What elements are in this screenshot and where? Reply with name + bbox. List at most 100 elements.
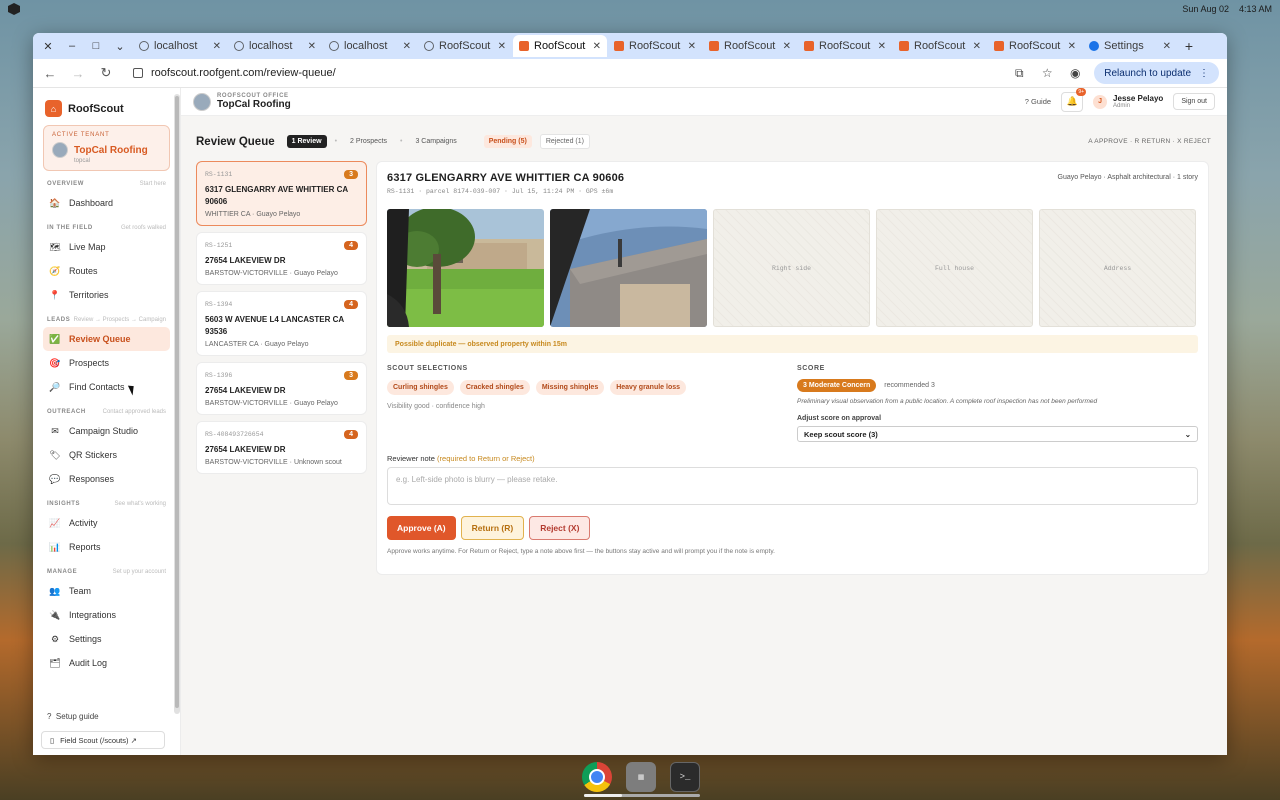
queue-item[interactable]: RS-1394 4 5603 W AVENUE L4 LANCASTER CA …: [196, 291, 367, 356]
close-tab-icon[interactable]: ✕: [403, 41, 411, 52]
tenant-slug: topcal: [74, 158, 91, 164]
sidebar-item-routes[interactable]: 🧭 Routes: [43, 259, 170, 283]
sidebar-item-dashboard[interactable]: 🏠 Dashboard: [43, 191, 170, 215]
sidebar-item-live-map[interactable]: 🗺 Live Map: [43, 235, 170, 259]
browser-tab[interactable]: RoofScout ✕: [513, 35, 607, 57]
sidebar-item-find-contacts[interactable]: 🔎 Find Contacts: [43, 375, 170, 399]
sidebar-item-campaign-studio[interactable]: ✉ Campaign Studio: [43, 419, 170, 443]
scout-selection-chip: Missing shingles: [535, 380, 605, 395]
tab-title: RoofScout: [914, 40, 966, 52]
sidebar-section-header: OUTREACH Contact approved leads: [47, 409, 166, 415]
browser-tab[interactable]: RoofScout ✕: [703, 35, 797, 57]
photo-placeholder-address[interactable]: Address: [1039, 209, 1196, 327]
close-window-icon[interactable]: ✕: [37, 36, 59, 56]
sidebar-item-qr-stickers[interactable]: 🏷 QR Stickers: [43, 443, 170, 467]
photo-placeholder-full-house[interactable]: Full house: [876, 209, 1033, 327]
notification-count: 9+: [1076, 87, 1087, 96]
guide-label: Guide: [1031, 97, 1052, 106]
bookmark-star-icon[interactable]: ☆: [1038, 66, 1056, 80]
close-tab-icon[interactable]: ✕: [1163, 41, 1171, 52]
sign-out-button[interactable]: Sign out: [1173, 93, 1215, 110]
close-tab-icon[interactable]: ✕: [498, 41, 506, 52]
relaunch-button[interactable]: Relaunch to update ⋮: [1094, 62, 1219, 84]
profile-icon[interactable]: ◉: [1066, 66, 1084, 80]
photo-front[interactable]: [387, 209, 544, 327]
field-scout-link[interactable]: ▯ Field Scout (/scouts) ↗: [41, 731, 165, 749]
files-app-icon[interactable]: ▦: [626, 762, 656, 792]
photo-placeholder-right-side[interactable]: Right side: [713, 209, 870, 327]
chrome-icon[interactable]: [582, 762, 612, 792]
sidebar-item-label: Campaign Studio: [69, 426, 139, 436]
guide-link[interactable]: ? Guide: [1025, 97, 1051, 106]
browser-tab[interactable]: Settings ✕: [1083, 35, 1177, 57]
sidebar-item-activity[interactable]: 📈 Activity: [43, 511, 170, 535]
back-icon[interactable]: ←: [41, 66, 59, 81]
browser-tab[interactable]: localhost ✕: [228, 35, 322, 57]
close-tab-icon[interactable]: ✕: [1068, 41, 1076, 52]
queue-item[interactable]: RS-408493726654 4 27654 LAKEVIEW DR BARS…: [196, 421, 367, 474]
section-hint: Get roofs walked: [120, 225, 166, 231]
sidebar-item-team[interactable]: 👥 Team: [43, 579, 170, 603]
maximize-icon[interactable]: □: [85, 36, 107, 56]
queue-item[interactable]: RS-1131 3 6317 GLENGARRY AVE WHITTIER CA…: [196, 161, 367, 226]
step-campaigns-tab[interactable]: 3 Campaigns: [410, 135, 461, 148]
sidebar-item-review-queue[interactable]: ✅ Review Queue: [43, 327, 170, 351]
sidebar-item-integrations[interactable]: 🔌 Integrations: [43, 603, 170, 627]
tenant-card[interactable]: ACTIVE TENANT TopCal Roofing topcal: [43, 125, 170, 171]
queue-item[interactable]: RS-1396 3 27654 LAKEVIEW DR BARSTOW-VICT…: [196, 362, 367, 415]
site-info-icon[interactable]: [133, 68, 143, 78]
office-switcher[interactable]: ROOFSCOUT OFFICE TopCal Roofing: [193, 92, 291, 111]
adjust-score-select[interactable]: Keep scout score (3) ⌄: [797, 426, 1198, 442]
notifications-button[interactable]: 🔔 9+: [1061, 87, 1087, 112]
sidebar-item-territories[interactable]: 📍 Territories: [43, 283, 170, 307]
tab-search-icon[interactable]: ⌄: [109, 36, 131, 56]
sidebar-item-responses[interactable]: 💬 Responses: [43, 467, 170, 491]
browser-tab[interactable]: RoofScout ✕: [798, 35, 892, 57]
queue-item[interactable]: RS-1251 4 27654 LAKEVIEW DR BARSTOW-VICT…: [196, 232, 367, 285]
browser-tab[interactable]: RoofScout ✕: [418, 35, 512, 57]
close-tab-icon[interactable]: ✕: [878, 41, 886, 52]
close-tab-icon[interactable]: ✕: [783, 41, 791, 52]
sidebar-item-reports[interactable]: 📊 Reports: [43, 535, 170, 559]
os-logo-icon[interactable]: [8, 3, 20, 15]
sidebar-item-settings[interactable]: ⚙ Settings: [43, 627, 170, 651]
rejected-filter-tab[interactable]: Rejected (1): [539, 134, 590, 149]
install-app-icon[interactable]: ⧉: [1010, 66, 1028, 81]
step-prospects-tab[interactable]: 2 Prospects: [345, 135, 392, 148]
browser-tab[interactable]: localhost ✕: [323, 35, 417, 57]
forward-icon[interactable]: →: [69, 66, 87, 81]
nav-item-icon: 🏠: [49, 197, 61, 208]
setup-guide-link[interactable]: ? Setup guide: [47, 712, 99, 721]
brand[interactable]: ⌂ RoofScout: [45, 100, 170, 117]
reviewer-note-input[interactable]: e.g. Left-side photo is blurry — please …: [387, 467, 1198, 505]
close-tab-icon[interactable]: ✕: [213, 41, 221, 52]
queue-item-address: 6317 GLENGARRY AVE WHITTIER CA 90606: [205, 185, 348, 206]
new-tab-button[interactable]: +: [1179, 38, 1199, 54]
sidebar-item-prospects[interactable]: 🎯 Prospects: [43, 351, 170, 375]
terminal-icon[interactable]: >_: [670, 762, 700, 792]
pending-filter-tab[interactable]: Pending (5): [483, 135, 532, 148]
browser-tab[interactable]: RoofScout ✕: [608, 35, 702, 57]
sidebar-item-label: Prospects: [69, 358, 110, 368]
os-clock[interactable]: Sun Aug 02 4:13 AM: [1182, 4, 1272, 14]
reject-button[interactable]: Reject (X): [529, 516, 591, 540]
sidebar-scrollbar[interactable]: [174, 94, 180, 714]
return-button[interactable]: Return (R): [460, 516, 525, 540]
reload-icon[interactable]: ↻: [97, 65, 115, 81]
user-menu[interactable]: J Jesse Pelayo Admin: [1093, 94, 1163, 109]
approve-button[interactable]: Approve (A): [387, 516, 456, 540]
dock-indicator: [584, 794, 700, 797]
address-bar[interactable]: roofscout.roofgent.com/review-queue/: [125, 62, 1000, 84]
browser-tab[interactable]: localhost ✕: [133, 35, 227, 57]
close-tab-icon[interactable]: ✕: [308, 41, 316, 52]
browser-tab[interactable]: RoofScout ✕: [893, 35, 987, 57]
browser-tab[interactable]: RoofScout ✕: [988, 35, 1082, 57]
close-tab-icon[interactable]: ✕: [973, 41, 981, 52]
step-review-tab[interactable]: 1 Review: [286, 135, 327, 148]
minimize-icon[interactable]: –: [61, 36, 83, 56]
close-tab-icon[interactable]: ✕: [593, 41, 601, 52]
more-menu-icon[interactable]: ⋮: [1199, 68, 1209, 79]
sidebar-item-audit-log[interactable]: 🗂 Audit Log: [43, 651, 170, 675]
close-tab-icon[interactable]: ✕: [688, 41, 696, 52]
photo-roof-left[interactable]: [550, 209, 707, 327]
